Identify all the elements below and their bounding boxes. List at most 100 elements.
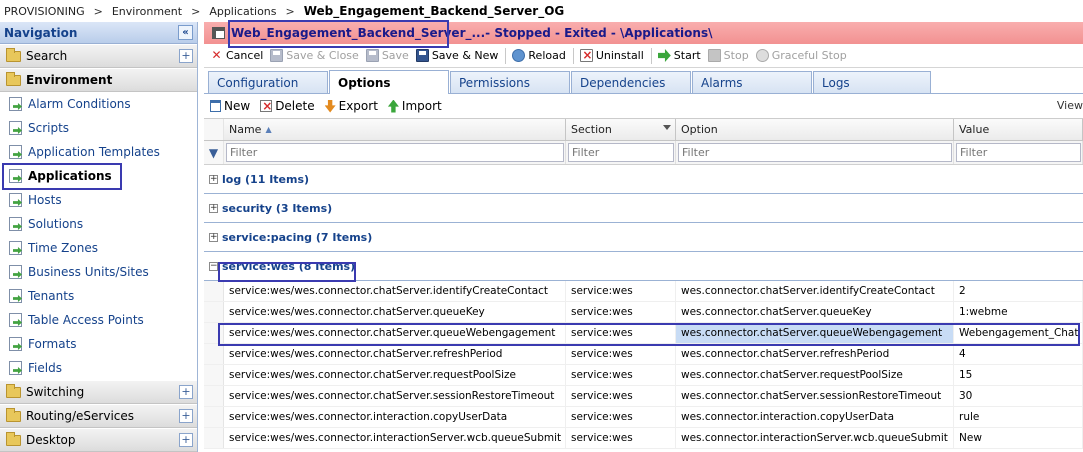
cell-value[interactable]: 15 — [954, 365, 1083, 385]
cell-option[interactable]: wes.connector.chatServer.requestPoolSize — [676, 365, 954, 385]
nav-section-desktop[interactable]: Desktop + — [0, 428, 197, 452]
import-button[interactable]: Import — [387, 99, 442, 113]
column-header-section[interactable]: Section — [566, 119, 676, 140]
save-icon — [365, 49, 379, 62]
reload-button[interactable]: Reload — [512, 49, 566, 62]
save-button[interactable]: Save — [365, 49, 409, 62]
table-row[interactable]: service:wes/wes.connector.chatServer.ref… — [204, 344, 1083, 365]
cell-section[interactable]: service:wes — [566, 281, 676, 301]
column-header-option[interactable]: Option — [676, 119, 954, 140]
collapse-sidebar-button[interactable]: « — [178, 25, 193, 40]
cell-section[interactable]: service:wes — [566, 302, 676, 322]
option-group[interactable]: + log (11 Items) — [204, 165, 1083, 194]
expand-icon[interactable]: + — [179, 409, 193, 423]
nav-item-tenants[interactable]: Tenants — [0, 284, 197, 308]
start-button[interactable]: Start — [657, 49, 701, 62]
cell-value[interactable]: rule — [954, 407, 1083, 427]
row-spacer — [204, 344, 224, 364]
tab-permissions[interactable]: Permissions — [450, 71, 570, 93]
table-row[interactable]: service:wes/wes.connector.interaction.co… — [204, 407, 1083, 428]
expand-icon[interactable]: + — [209, 232, 218, 242]
collapse-icon[interactable]: − — [209, 261, 218, 271]
nav-item-fields[interactable]: Fields — [0, 356, 197, 380]
nav-section-environment[interactable]: Environment — [0, 68, 197, 92]
table-row[interactable]: service:wes/wes.connector.chatServer.req… — [204, 365, 1083, 386]
filter-section-input[interactable] — [568, 143, 674, 162]
cell-value[interactable]: 1:webme — [954, 302, 1083, 322]
table-row[interactable]: service:wes/wes.connector.interactionSer… — [204, 428, 1083, 449]
save-new-button[interactable]: Save & New — [415, 49, 498, 62]
stop-button[interactable]: Stop — [707, 49, 749, 62]
nav-section-switching[interactable]: Switching + — [0, 380, 197, 404]
tab-configuration[interactable]: Configuration — [208, 71, 328, 93]
column-menu-icon[interactable] — [663, 125, 671, 130]
nav-item-scripts[interactable]: Scripts — [0, 116, 197, 140]
breadcrumb-item-environment[interactable]: Environment — [112, 5, 182, 18]
tab-options[interactable]: Options — [329, 70, 449, 94]
view-menu[interactable]: View — [1057, 99, 1083, 112]
cell-option[interactable]: wes.connector.interactionServer.wcb.queu… — [676, 428, 954, 448]
cell-name[interactable]: service:wes/wes.connector.chatServer.ref… — [224, 344, 566, 364]
cell-name[interactable]: service:wes/wes.connector.interaction.co… — [224, 407, 566, 427]
uninstall-button[interactable]: Uninstall — [579, 49, 644, 62]
nav-item-table-access-points[interactable]: Table Access Points — [0, 308, 197, 332]
filter-option-input[interactable] — [678, 143, 952, 162]
nav-section-routing-eservices[interactable]: Routing/eServices + — [0, 404, 197, 428]
cell-value[interactable]: New — [954, 428, 1083, 448]
tab-alarms[interactable]: Alarms — [692, 71, 812, 93]
cell-name[interactable]: service:wes/wes.connector.chatServer.req… — [224, 365, 566, 385]
column-header-name[interactable]: Name ▲ — [224, 119, 566, 140]
cell-option[interactable]: wes.connector.chatServer.refreshPeriod — [676, 344, 954, 364]
cell-value[interactable]: 2 — [954, 281, 1083, 301]
expand-icon[interactable]: + — [179, 49, 193, 63]
cell-option[interactable]: wes.connector.interaction.copyUserData — [676, 407, 954, 427]
nav-item-business-units-sites[interactable]: Business Units/Sites — [0, 260, 197, 284]
nav-item-formats[interactable]: Formats — [0, 332, 197, 356]
expand-icon[interactable]: + — [209, 203, 218, 213]
save-close-button[interactable]: Save & Close — [270, 49, 359, 62]
cell-option[interactable]: wes.connector.chatServer.queueKey — [676, 302, 954, 322]
expand-icon[interactable]: + — [209, 174, 218, 184]
breadcrumb-item-applications[interactable]: Applications — [209, 5, 276, 18]
breadcrumb-item-provisioning[interactable]: PROVISIONING — [4, 5, 85, 18]
export-button[interactable]: Export — [324, 99, 378, 113]
table-row[interactable]: service:wes/wes.connector.chatServer.ses… — [204, 386, 1083, 407]
expand-icon[interactable]: + — [179, 433, 193, 447]
nav-item-hosts[interactable]: Hosts — [0, 188, 197, 212]
tab-dependencies[interactable]: Dependencies — [571, 71, 691, 93]
cell-option[interactable]: wes.connector.chatServer.sessionRestoreT… — [676, 386, 954, 406]
option-group[interactable]: + service:pacing (7 Items) — [204, 223, 1083, 252]
nav-item-icon — [9, 265, 22, 279]
expand-icon[interactable]: + — [179, 385, 193, 399]
cell-name[interactable]: service:wes/wes.connector.interactionSer… — [224, 428, 566, 448]
graceful-stop-button[interactable]: Graceful Stop — [755, 49, 847, 62]
delete-option-button[interactable]: Delete — [260, 99, 315, 113]
uninstall-icon — [579, 49, 594, 62]
filter-value-input[interactable] — [956, 143, 1081, 162]
column-header-value[interactable]: Value — [954, 119, 1083, 140]
cell-option[interactable]: wes.connector.chatServer.identifyCreateC… — [676, 281, 954, 301]
cancel-button[interactable]: ✕ Cancel — [210, 49, 263, 63]
cell-value[interactable]: 4 — [954, 344, 1083, 364]
new-option-button[interactable]: New — [210, 99, 250, 113]
cell-section[interactable]: service:wes — [566, 365, 676, 385]
cell-section[interactable]: service:wes — [566, 407, 676, 427]
nav-item-application-templates[interactable]: Application Templates — [0, 140, 197, 164]
cell-section[interactable]: service:wes — [566, 386, 676, 406]
option-group[interactable]: + security (3 Items) — [204, 194, 1083, 223]
cell-name[interactable]: service:wes/wes.connector.chatServer.ses… — [224, 386, 566, 406]
tab-logs[interactable]: Logs — [813, 71, 931, 93]
table-row[interactable]: service:wes/wes.connector.chatServer.que… — [204, 302, 1083, 323]
cell-value[interactable]: 30 — [954, 386, 1083, 406]
filter-name-input[interactable] — [226, 143, 564, 162]
folder-icon — [6, 47, 21, 62]
cell-section[interactable]: service:wes — [566, 428, 676, 448]
cell-name[interactable]: service:wes/wes.connector.chatServer.que… — [224, 302, 566, 322]
table-row[interactable]: service:wes/wes.connector.chatServer.ide… — [204, 281, 1083, 302]
cell-name[interactable]: service:wes/wes.connector.chatServer.ide… — [224, 281, 566, 301]
cell-section[interactable]: service:wes — [566, 344, 676, 364]
nav-section-search[interactable]: Search + — [0, 44, 197, 68]
nav-item-solutions[interactable]: Solutions — [0, 212, 197, 236]
nav-item-alarm-conditions[interactable]: Alarm Conditions — [0, 92, 197, 116]
nav-item-time-zones[interactable]: Time Zones — [0, 236, 197, 260]
